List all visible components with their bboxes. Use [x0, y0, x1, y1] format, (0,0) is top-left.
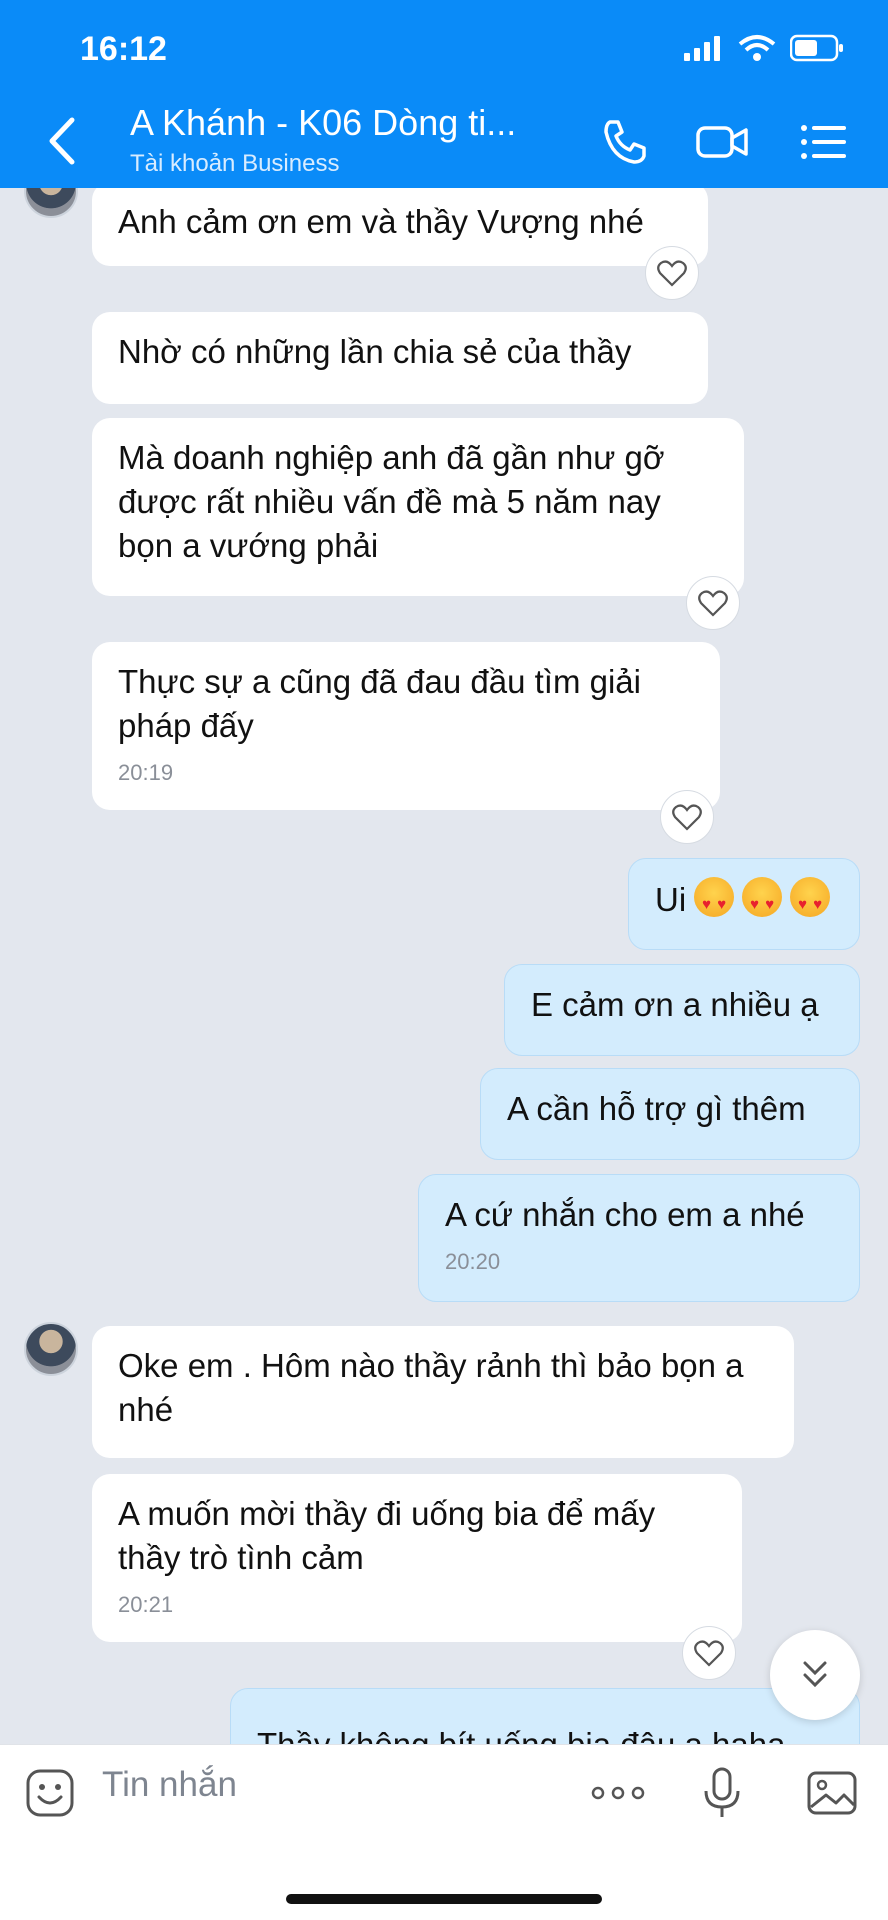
message-list[interactable]: Anh cảm ơn em và thầy Vượng nhé Nhờ có n… — [0, 188, 888, 1744]
scroll-down-button[interactable] — [770, 1630, 860, 1720]
message-bubble[interactable]: Thầy không bít uống bia đâu a haha — [230, 1688, 860, 1744]
message-bubble[interactable]: A muốn mời thầy đi uống bia để mấy thầy … — [92, 1474, 742, 1642]
message-bubble[interactable]: Thực sự a cũng đã đau đầu tìm giải pháp … — [92, 642, 720, 810]
avatar[interactable] — [24, 188, 78, 218]
mic-icon[interactable] — [696, 1767, 748, 1819]
message-text: Nhờ có những lần chia sẻ của thầy — [118, 333, 632, 370]
message-bubble[interactable]: Mà doanh nghiệp anh đã gần như gỡ được r… — [92, 418, 744, 596]
message-bubble[interactable]: A cứ nhắn cho em a nhé 20:20 — [418, 1174, 860, 1302]
message-input[interactable]: Tin nhắn — [102, 1765, 237, 1805]
home-indicator[interactable] — [286, 1894, 602, 1904]
heart-icon[interactable] — [645, 246, 699, 300]
signal-icon — [684, 36, 720, 61]
heart-icon[interactable] — [660, 790, 714, 844]
message-text: Mà doanh nghiệp anh đã gần như gỡ được r… — [118, 439, 665, 564]
video-icon[interactable] — [694, 114, 750, 170]
chevron-down-icon — [803, 1661, 827, 1688]
message-time: 20:19 — [118, 760, 174, 785]
wifi-icon — [738, 35, 776, 61]
message-text: A cần hỗ trợ gì thêm — [507, 1090, 806, 1127]
message-bubble[interactable]: A cần hỗ trợ gì thêm — [480, 1068, 860, 1160]
status-icons — [684, 34, 844, 62]
message-text: A cứ nhắn cho em a nhé — [445, 1196, 805, 1233]
menu-icon[interactable] — [796, 114, 852, 170]
message-bubble[interactable]: Nhờ có những lần chia sẻ của thầy — [92, 312, 708, 404]
message-text: Anh cảm ơn em và thầy Vượng nhé — [118, 203, 644, 240]
chat-title[interactable]: A Khánh - K06 Dòng ti... — [130, 102, 516, 144]
more-icon[interactable] — [588, 1767, 648, 1819]
message-time: 20:21 — [118, 1592, 174, 1617]
chat-header: 16:12 A Khánh - K06 Dòng ti... Tài khoản… — [0, 0, 888, 188]
message-text: Thầy không bít uống bia đâu a haha — [257, 1726, 785, 1744]
avatar[interactable] — [24, 1322, 78, 1376]
message-bubble[interactable]: E cảm ơn a nhiều ạ — [504, 964, 860, 1056]
status-time: 16:12 — [80, 30, 167, 68]
heart-icon[interactable] — [686, 576, 740, 630]
heart-eyes-emoji — [742, 877, 783, 927]
message-text: Oke em . Hôm nào thầy rảnh thì bảo bọn a… — [118, 1347, 744, 1428]
message-text: A muốn mời thầy đi uống bia để mấy thầy … — [118, 1495, 656, 1576]
message-text: Thực sự a cũng đã đau đầu tìm giải pháp … — [118, 663, 641, 744]
battery-icon — [790, 34, 843, 62]
sticker-icon[interactable] — [24, 1767, 76, 1819]
image-icon[interactable] — [806, 1767, 858, 1819]
message-text: Ui — [655, 881, 687, 918]
message-bubble[interactable]: Ui — [628, 858, 860, 950]
heart-eyes-emoji — [694, 877, 735, 927]
phone-icon[interactable] — [596, 114, 652, 170]
heart-icon[interactable] — [682, 1626, 736, 1680]
heart-eyes-emoji — [790, 877, 831, 927]
message-text: E cảm ơn a nhiều ạ — [531, 986, 819, 1023]
back-icon[interactable] — [44, 116, 80, 166]
message-time: 20:20 — [445, 1249, 501, 1274]
message-bubble[interactable]: Oke em . Hôm nào thầy rảnh thì bảo bọn a… — [92, 1326, 794, 1458]
chat-subtitle: Tài khoản Business — [130, 150, 340, 177]
message-bubble[interactable]: Anh cảm ơn em và thầy Vượng nhé — [92, 188, 708, 266]
